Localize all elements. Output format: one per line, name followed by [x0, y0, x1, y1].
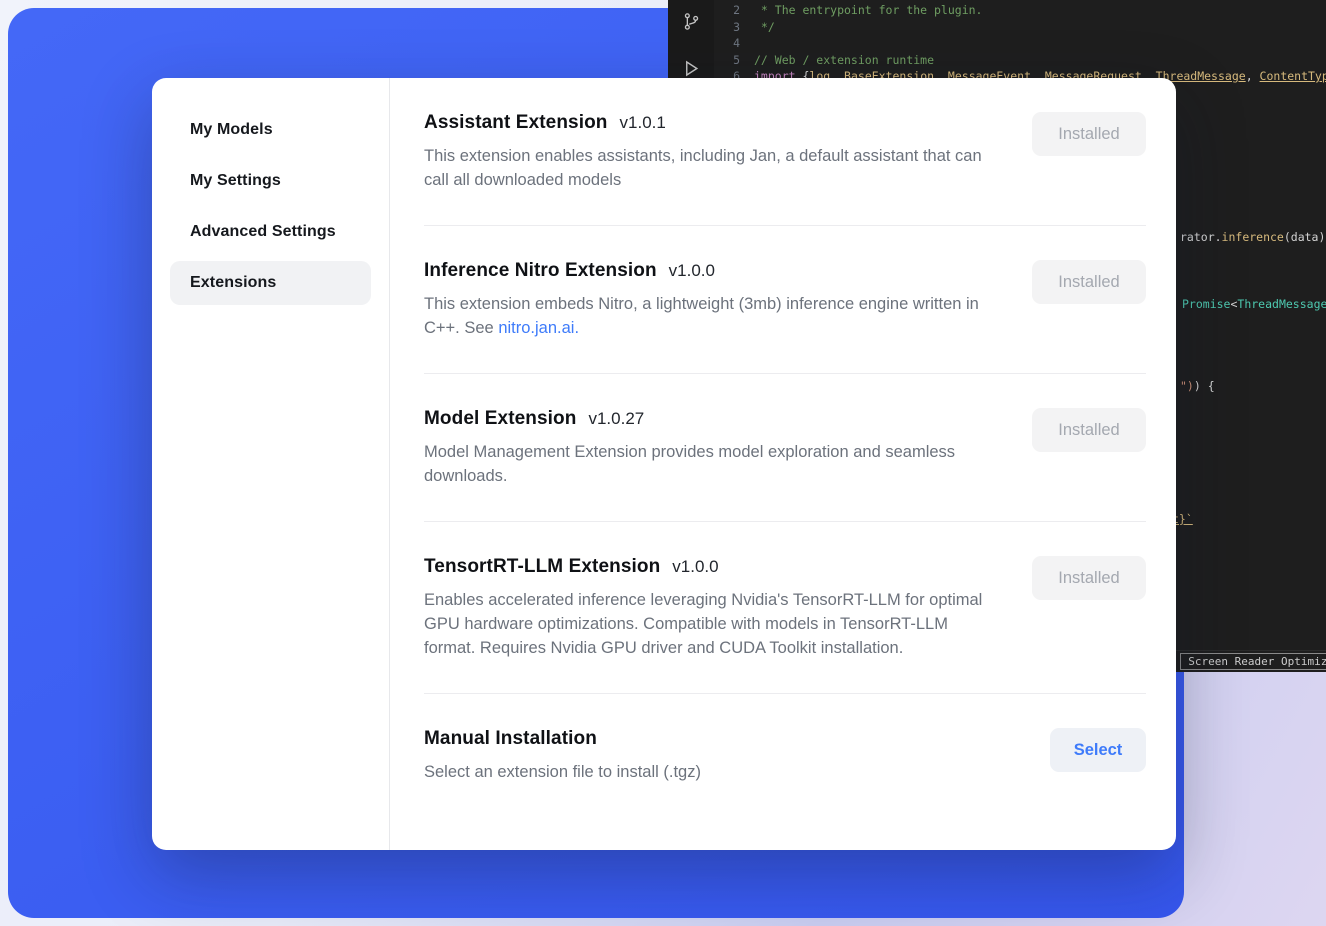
settings-sidebar: My Models My Settings Advanced Settings Ext… — [152, 78, 390, 850]
source-control-icon[interactable] — [682, 12, 701, 31]
line-number: 4 — [714, 35, 740, 52]
extension-description: This extension embeds Nitro, a lightweig… — [424, 292, 1002, 340]
sidebar-nav: My Models My Settings Advanced Settings Ext… — [170, 108, 371, 305]
extension-name: TensortRT-LLM Extension — [424, 556, 660, 578]
code-line: 2 * The entrypoint for the plugin. — [714, 2, 1326, 19]
extension-description: Enables accelerated inference leveraging… — [424, 588, 1002, 660]
sidebar-item-extensions[interactable]: Extensions — [170, 261, 371, 305]
installed-button[interactable]: Installed — [1032, 408, 1146, 452]
code-line: 4 — [714, 35, 1326, 52]
extension-version: v1.0.27 — [588, 409, 644, 429]
extension-name: Model Extension — [424, 408, 576, 430]
extension-name: Manual Installation — [424, 728, 597, 750]
extension-row: Inference Nitro Extension v1.0.0 This exte… — [424, 226, 1146, 374]
code-fragment: Promise<ThreadMessage> — [1182, 296, 1326, 312]
line-number: 5 — [714, 52, 740, 69]
sidebar-item-my-settings[interactable]: My Settings — [170, 159, 371, 203]
extension-version: v1.0.1 — [620, 113, 666, 133]
installed-button[interactable]: Installed — [1032, 260, 1146, 304]
line-number: 2 — [714, 2, 740, 19]
sidebar-item-advanced-settings[interactable]: Advanced Settings — [170, 210, 371, 254]
installed-button[interactable]: Installed — [1032, 112, 1146, 156]
extension-list: Assistant Extension v1.0.1 This extension … — [390, 78, 1176, 850]
extension-name: Inference Nitro Extension — [424, 260, 657, 282]
extension-version: v1.0.0 — [672, 557, 718, 577]
screen-reader-status-chip[interactable]: Screen Reader Optimize — [1180, 653, 1326, 670]
extension-description: Model Management Extension provides mode… — [424, 440, 1002, 488]
extension-description: Select an extension file to install (.tg… — [424, 760, 701, 784]
extension-row: Manual Installation Select an extension f… — [424, 694, 1146, 784]
installed-button[interactable]: Installed — [1032, 556, 1146, 600]
sidebar-item-my-models[interactable]: My Models — [170, 108, 371, 152]
extension-row: Assistant Extension v1.0.1 This extension … — [424, 106, 1146, 226]
line-number: 3 — [714, 19, 740, 36]
extension-description: This extension enables assistants, inclu… — [424, 144, 1002, 192]
code-line: 5// Web / extension runtime — [714, 52, 1326, 69]
extension-name: Assistant Extension — [424, 112, 608, 134]
extension-row: TensortRT-LLM Extension v1.0.0 Enables acc… — [424, 522, 1146, 694]
run-debug-icon[interactable] — [682, 59, 701, 78]
extension-row: Model Extension v1.0.27 Model Management E… — [424, 374, 1146, 522]
code-fragment: ")) { — [1180, 378, 1215, 394]
settings-modal: My Models My Settings Advanced Settings Ext… — [152, 78, 1176, 850]
code-line: 3 */ — [714, 19, 1326, 36]
code-lines: 2 * The entrypoint for the plugin.3 */45… — [714, 2, 1326, 85]
select-button[interactable]: Select — [1050, 728, 1146, 772]
extension-link[interactable]: nitro.jan.ai. — [498, 319, 579, 337]
extension-version: v1.0.0 — [669, 261, 715, 281]
code-fragment: rator.inference(data)); — [1180, 229, 1326, 245]
